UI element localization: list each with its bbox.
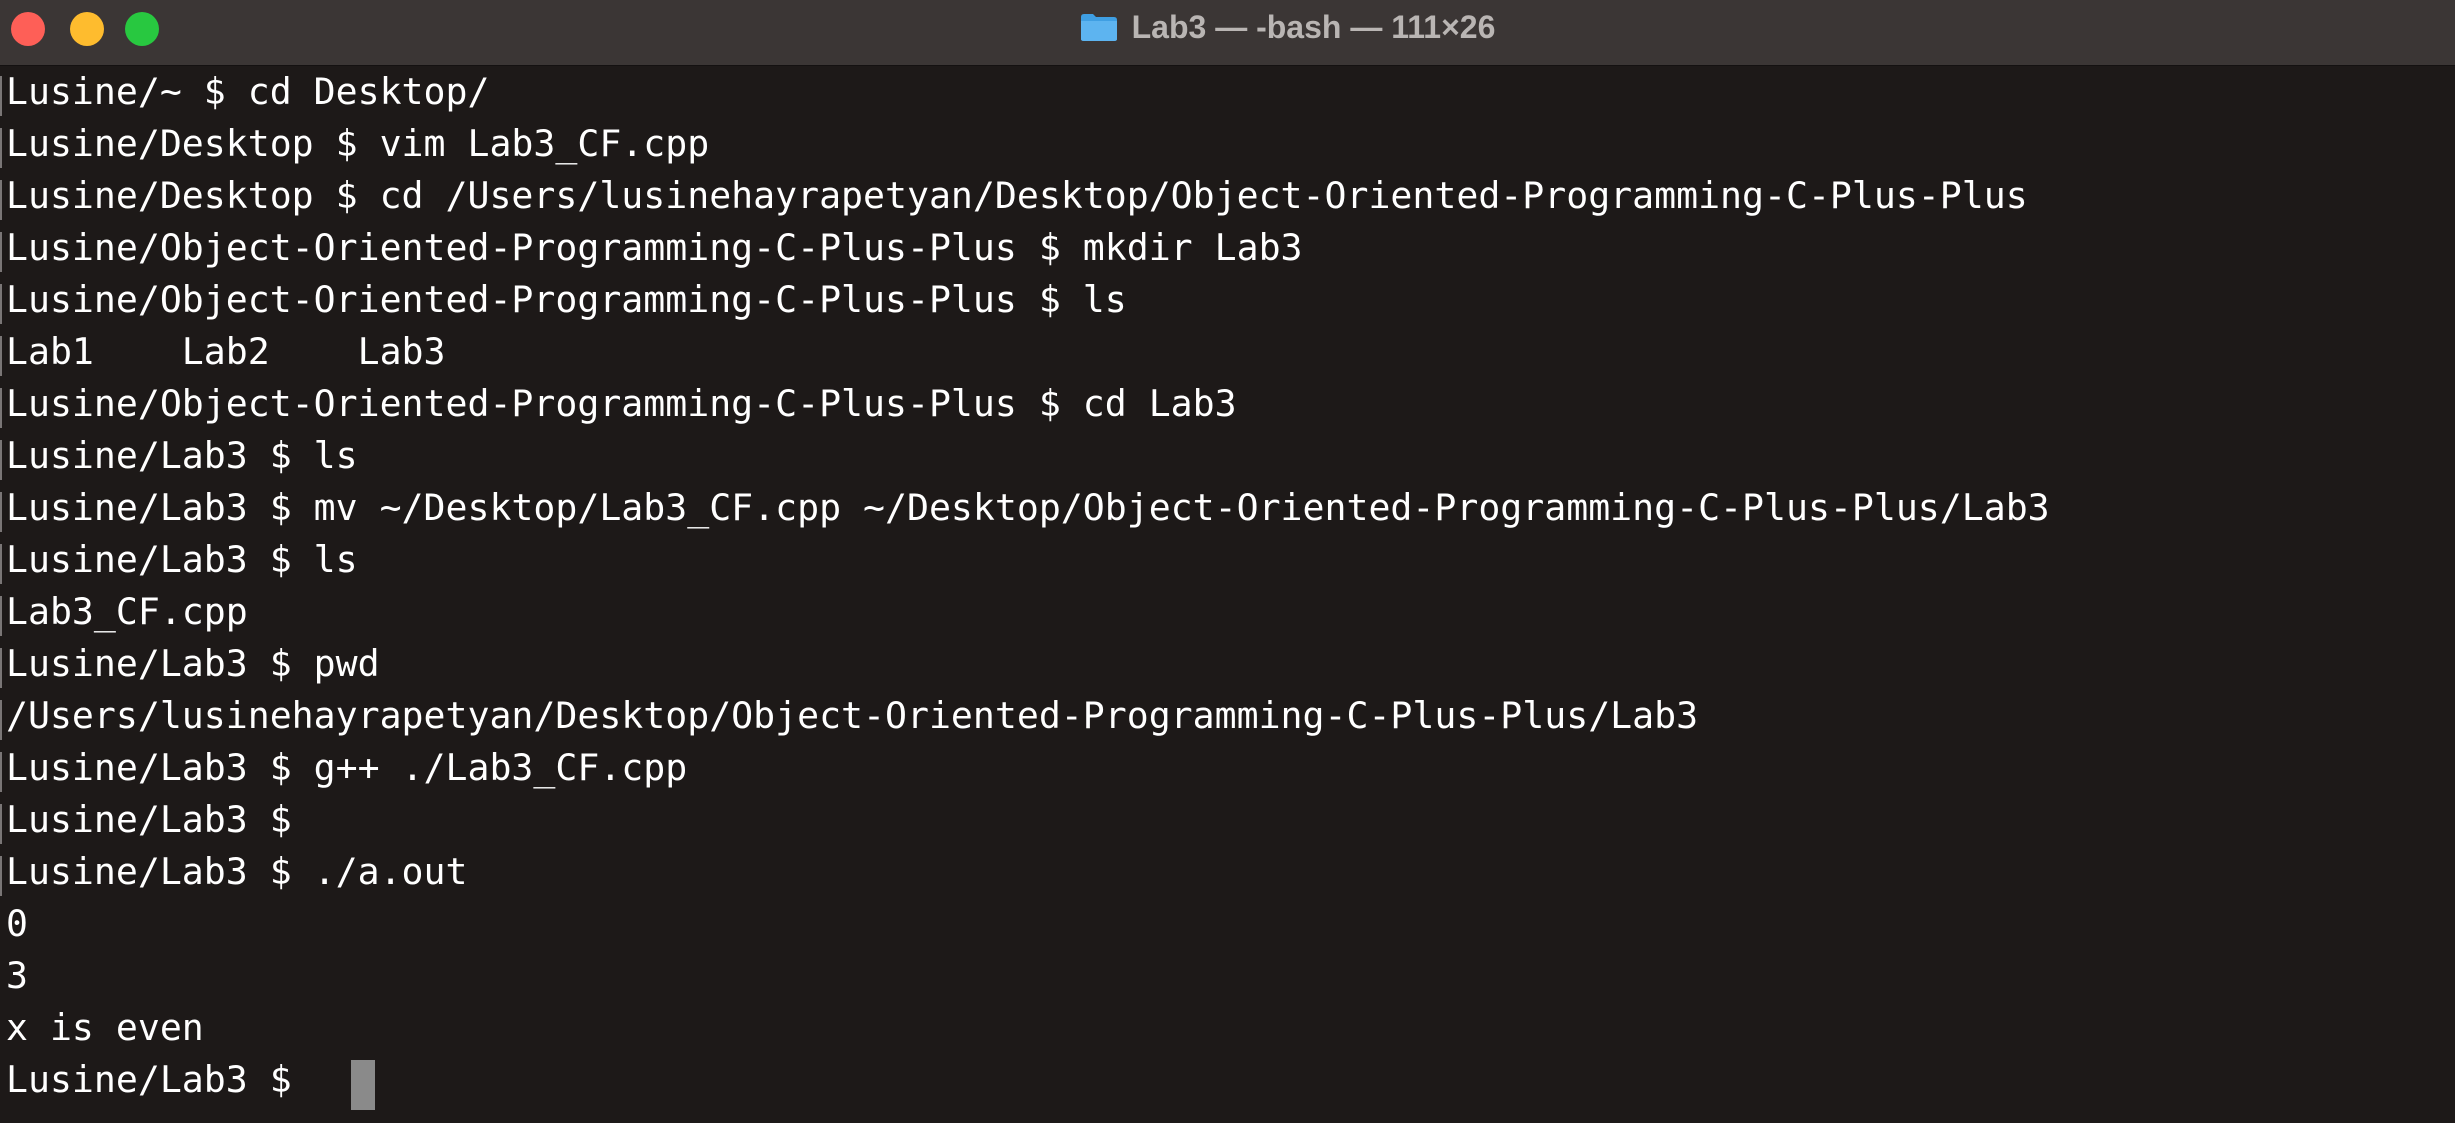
terminal-line: x is even xyxy=(6,1006,204,1049)
terminal-line: Lusine/Lab3 $ ls xyxy=(6,434,358,477)
line-marker xyxy=(0,492,2,532)
terminal-line: Lusine/Desktop $ vim Lab3_CF.cpp xyxy=(6,122,710,165)
line-marker xyxy=(0,76,2,116)
terminal-line: Lusine/Lab3 $ pwd xyxy=(6,642,380,685)
title-bar: Lab3 — -bash — 111×26 xyxy=(0,0,2455,66)
line-marker xyxy=(0,388,2,428)
terminal-line: Lusine/Lab3 $ g++ ./Lab3_CF.cpp xyxy=(6,746,688,789)
folder-icon xyxy=(1080,14,1117,41)
terminal-line: 3 xyxy=(6,954,28,997)
terminal-window: Lab3 — -bash — 111×26 Lusine/~ $ cd Desk… xyxy=(0,0,2455,1123)
terminal-line: Lab1 Lab2 Lab3 xyxy=(6,330,446,373)
line-marker xyxy=(0,440,2,480)
terminal-line: Lusine/Lab3 $ ls xyxy=(6,538,358,581)
line-marker xyxy=(0,752,2,792)
terminal-line: Lusine/Lab3 $ mv ~/Desktop/Lab3_CF.cpp ~… xyxy=(6,486,2050,529)
line-marker xyxy=(0,232,2,272)
terminal-line: Lusine/Object-Oriented-Programming-C-Plu… xyxy=(6,226,1303,269)
line-marker xyxy=(0,804,2,844)
terminal-line: Lab3_CF.cpp xyxy=(6,590,248,633)
line-marker xyxy=(0,648,2,688)
terminal-line: Lusine/Object-Oriented-Programming-C-Plu… xyxy=(6,382,1237,425)
terminal-line: /Users/lusinehayrapetyan/Desktop/Object-… xyxy=(6,694,1699,737)
line-marker xyxy=(0,544,2,584)
line-marker xyxy=(0,284,2,324)
line-marker xyxy=(0,856,2,896)
terminal-line: Lusine/Object-Oriented-Programming-C-Plu… xyxy=(6,278,1127,321)
text-cursor xyxy=(351,1060,375,1110)
line-marker xyxy=(0,180,2,220)
line-marker xyxy=(0,336,2,376)
terminal-output[interactable]: Lusine/~ $ cd Desktop/ Lusine/Desktop $ … xyxy=(0,66,2455,1123)
window-title-group: Lab3 — -bash — 111×26 xyxy=(0,0,2455,54)
terminal-line: 0 xyxy=(6,902,28,945)
line-marker xyxy=(0,596,2,636)
line-marker xyxy=(0,700,2,740)
terminal-line: Lusine/Lab3 $ xyxy=(6,798,292,841)
terminal-line: Lusine/~ $ cd Desktop/ xyxy=(6,70,490,113)
window-title: Lab3 — -bash — 111×26 xyxy=(1131,8,1496,45)
terminal-line: Lusine/Lab3 $ xyxy=(6,1058,314,1101)
terminal-line: Lusine/Lab3 $ ./a.out xyxy=(6,850,468,893)
line-marker xyxy=(0,128,2,168)
terminal-line: Lusine/Desktop $ cd /Users/lusinehayrape… xyxy=(6,174,2028,217)
